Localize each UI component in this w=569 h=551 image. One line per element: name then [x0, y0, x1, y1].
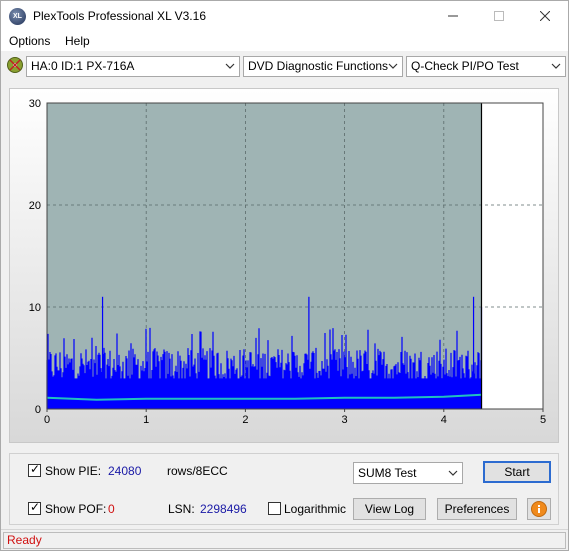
- test-select-value: Q-Check PI/PO Test: [411, 59, 519, 73]
- test-select[interactable]: Q-Check PI/PO Test: [406, 56, 566, 77]
- sum-test-select-value: SUM8 Test: [358, 466, 417, 480]
- controls-panel: ✓ Show PIE: 24080 rows/8ECC SUM8 Test St…: [9, 453, 559, 525]
- pi-po-chart: 0 1 2 3 4 5 0 10 20 30: [29, 98, 546, 426]
- status-text: Ready: [7, 533, 42, 547]
- menu-bar: Options Help: [1, 31, 568, 51]
- unscanned-region: [481, 103, 543, 409]
- y-tick-label: 20: [29, 200, 41, 212]
- drive-select-value: HA:0 ID:1 PX-716A: [31, 59, 135, 73]
- rows-unit-label: rows/8ECC: [167, 464, 228, 478]
- drive-select[interactable]: HA:0 ID:1 PX-716A: [26, 56, 240, 77]
- show-pie-checkbox[interactable]: ✓: [28, 462, 41, 477]
- chevron-down-icon: [388, 63, 398, 69]
- checkmark-icon: ✓: [30, 500, 41, 514]
- minimize-icon: [448, 15, 458, 17]
- pie-base-fill: [47, 378, 482, 409]
- chevron-down-icon: [225, 63, 235, 69]
- x-tick-label: 3: [342, 414, 348, 426]
- status-box: [3, 532, 566, 549]
- chevron-down-icon: [551, 63, 561, 69]
- function-select[interactable]: DVD Diagnostic Functions: [243, 56, 403, 77]
- logarithmic-label: Logarithmic: [284, 502, 347, 516]
- view-log-button[interactable]: View Log: [353, 498, 426, 520]
- show-pof-label: Show POF:: [45, 502, 107, 516]
- function-select-value: DVD Diagnostic Functions: [248, 59, 389, 73]
- y-tick-label: 0: [35, 404, 41, 416]
- window-title: PlexTools Professional XL V3.16: [33, 9, 206, 23]
- menu-help[interactable]: Help: [65, 34, 90, 48]
- app-logo-icon: XL: [9, 8, 26, 25]
- drive-status-icon: [7, 57, 23, 73]
- checkmark-icon: ✓: [30, 462, 41, 476]
- lsn-value: 2298496: [200, 502, 247, 516]
- show-pof-checkbox[interactable]: ✓: [28, 500, 41, 515]
- x-tick-label: 5: [540, 414, 546, 426]
- minimize-button[interactable]: [430, 1, 476, 31]
- x-tick-label: 1: [143, 414, 149, 426]
- close-button[interactable]: [522, 1, 568, 31]
- chart-panel: 0 1 2 3 4 5 0 10 20 30: [9, 88, 559, 443]
- start-button[interactable]: Start: [483, 461, 551, 483]
- x-tick-label: 2: [242, 414, 248, 426]
- close-icon: [540, 11, 550, 21]
- y-tick-label: 30: [29, 98, 41, 110]
- app-window: XL PlexTools Professional XL V3.16 Optio…: [0, 0, 569, 551]
- sum-test-select[interactable]: SUM8 Test: [353, 462, 463, 484]
- x-tick-label: 4: [441, 414, 447, 426]
- status-bar: Ready: [1, 529, 568, 550]
- title-bar: XL PlexTools Professional XL V3.16: [1, 1, 568, 31]
- pof-value: 0: [108, 502, 115, 516]
- menu-options[interactable]: Options: [9, 34, 50, 48]
- pie-value: 24080: [108, 464, 142, 478]
- maximize-icon: [494, 11, 504, 21]
- show-pie-label: Show PIE:: [45, 464, 102, 478]
- chevron-down-icon: [448, 470, 458, 476]
- y-tick-label: 10: [29, 302, 41, 314]
- info-button[interactable]: [527, 498, 551, 520]
- x-tick-label: 0: [44, 414, 50, 426]
- logarithmic-checkbox[interactable]: [268, 502, 281, 515]
- lsn-label: LSN:: [168, 502, 195, 516]
- info-icon: [531, 501, 547, 517]
- preferences-button[interactable]: Preferences: [437, 498, 517, 520]
- maximize-button[interactable]: [476, 1, 522, 31]
